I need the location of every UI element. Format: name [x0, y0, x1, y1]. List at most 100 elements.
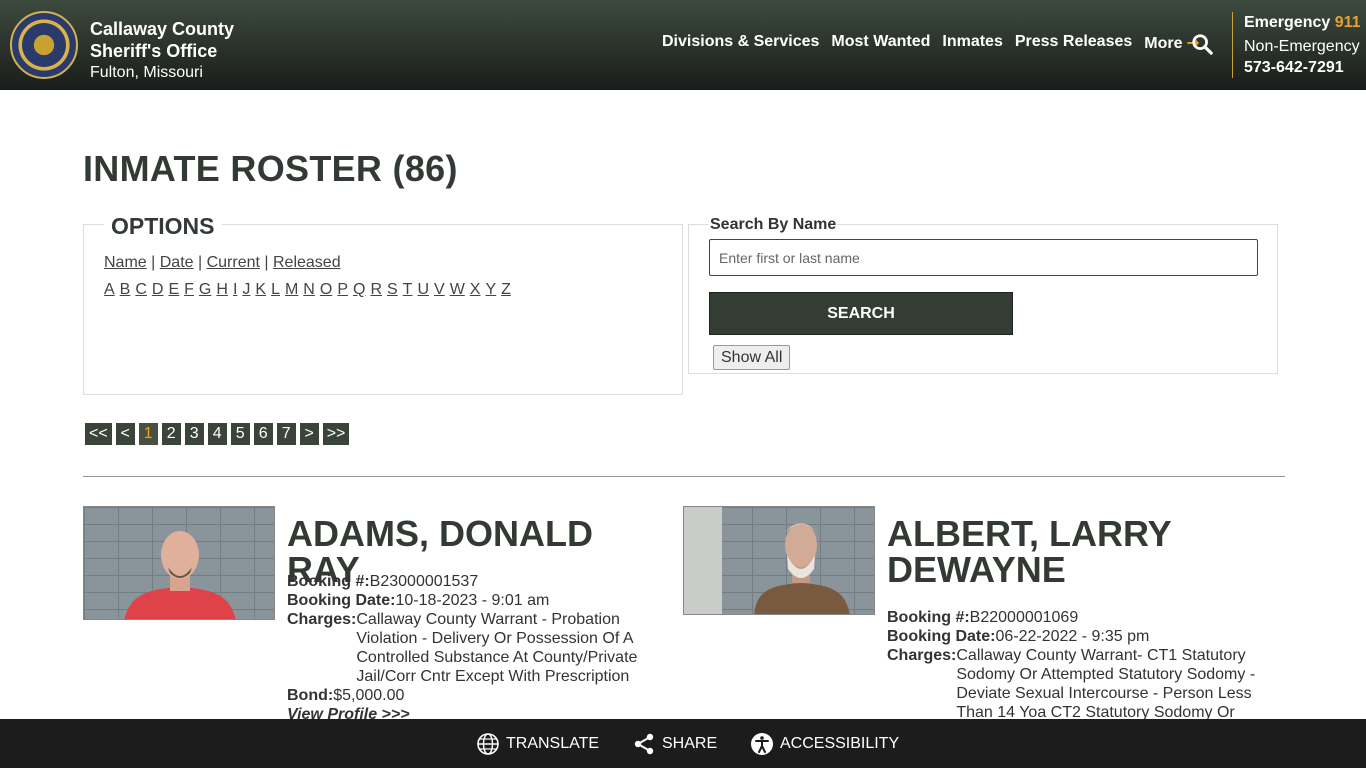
letter-filter-d[interactable]: D [152, 281, 164, 298]
booking-date: 10-18-2023 - 9:01 am [395, 592, 550, 609]
letter-filter-c[interactable]: C [135, 281, 147, 298]
emergency-number: 911 [1334, 14, 1361, 31]
search-label: Search By Name [709, 216, 838, 234]
letter-filter-x[interactable]: X [470, 281, 481, 298]
sheriff-seal-logo[interactable] [10, 11, 78, 79]
page-4-button[interactable]: 4 [207, 423, 227, 445]
letter-filter-k[interactable]: K [255, 281, 266, 298]
divider [83, 476, 1285, 477]
nav-most-wanted[interactable]: Most Wanted [831, 33, 930, 53]
letter-filter-l[interactable]: L [271, 281, 280, 298]
main-nav: Divisions & Services Most Wanted Inmates… [662, 33, 1200, 53]
letter-filter-i[interactable]: I [233, 281, 237, 298]
share-icon [634, 733, 654, 755]
page-7-button[interactable]: 7 [276, 423, 296, 445]
options-panel: OPTIONS Name | Date | Current | Released… [83, 213, 683, 395]
letter-filter-u[interactable]: U [417, 281, 429, 298]
nav-inmates[interactable]: Inmates [942, 33, 1002, 53]
bond-label: Bond: [287, 687, 334, 704]
inmate-photo[interactable] [83, 506, 275, 620]
booking-number: B22000001069 [969, 609, 1079, 626]
filter-current-link[interactable]: Current [207, 254, 260, 271]
letter-filter-b[interactable]: B [120, 281, 131, 298]
nav-more-label: More [1144, 35, 1183, 52]
last-page-button[interactable]: >> [322, 423, 350, 445]
letter-filter-a[interactable]: A [104, 281, 115, 298]
first-page-button[interactable]: << [85, 423, 112, 445]
page-title: INMATE ROSTER (86) [83, 148, 458, 189]
prev-page-button[interactable]: < [115, 423, 135, 445]
filter-released-link[interactable]: Released [273, 254, 341, 271]
letter-filter-s[interactable]: S [387, 281, 398, 298]
search-button[interactable]: SEARCH [709, 292, 1013, 335]
sort-by-date-link[interactable]: Date [160, 254, 194, 271]
page-2-button[interactable]: 2 [161, 423, 181, 445]
non-emergency-label: Non-Emergency [1244, 38, 1360, 55]
search-panel: Search By Name SEARCH Show All [688, 216, 1278, 374]
translate-label: TRANSLATE [506, 735, 600, 752]
globe-icon [477, 733, 499, 755]
letter-filter-q[interactable]: Q [353, 281, 365, 298]
inmate-name[interactable]: ALBERT, LARRY DEWAYNE [887, 516, 1267, 588]
booking-date-label: Booking Date: [287, 592, 396, 609]
booking-number-label: Booking #: [287, 573, 370, 590]
bond-amount: $5,000.00 [333, 687, 405, 704]
page-1-button[interactable]: 1 [138, 423, 158, 445]
agency-name-line1: Callaway County [90, 19, 235, 39]
booking-number-label: Booking #: [887, 609, 970, 626]
share-label: SHARE [662, 735, 718, 752]
booking-number: B23000001537 [369, 573, 479, 590]
agency-location: Fulton, Missouri [90, 64, 203, 81]
inmate-details: Booking #:B22000001069 Booking Date:06-2… [887, 608, 1257, 722]
letter-filter-o[interactable]: O [320, 281, 332, 298]
search-input[interactable] [709, 239, 1258, 276]
inmate-photo[interactable] [683, 506, 875, 615]
sort-links: Name | Date | Current | Released [104, 254, 341, 271]
emergency-label: Emergency [1244, 14, 1331, 31]
next-page-button[interactable]: > [299, 423, 319, 445]
letter-filter-n[interactable]: N [303, 281, 315, 298]
letter-filter-e[interactable]: E [168, 281, 179, 298]
share-button[interactable]: SHARE [632, 732, 717, 756]
charges-text: Callaway County Warrant- CT1 Statutory S… [956, 647, 1256, 721]
charges-text: Callaway County Warrant - Probation Viol… [356, 611, 638, 685]
utility-bar: TRANSLATE SHARE ACCESSIBILITY [0, 719, 1366, 768]
letter-filter-w[interactable]: W [450, 281, 465, 298]
accessibility-icon [751, 733, 773, 755]
letter-filter-p[interactable]: P [337, 281, 348, 298]
show-all-button[interactable]: Show All [713, 345, 791, 370]
charges-label: Charges: [287, 611, 357, 628]
non-emergency-number[interactable]: 573-642-7291 [1244, 60, 1361, 76]
letter-filter-t[interactable]: T [403, 281, 413, 298]
letter-filter-y[interactable]: Y [485, 281, 496, 298]
letter-filter-h[interactable]: H [216, 281, 228, 298]
letter-filter-f[interactable]: F [184, 281, 194, 298]
booking-date-label: Booking Date: [887, 628, 996, 645]
phone-numbers: Emergency 911 Non-Emergency 573-642-7291 [1232, 12, 1361, 78]
agency-brand[interactable]: Callaway County Sheriff's Office Fulton,… [90, 18, 234, 83]
booking-date: 06-22-2022 - 9:35 pm [995, 628, 1150, 645]
page-5-button[interactable]: 5 [230, 423, 250, 445]
search-icon[interactable] [1191, 33, 1213, 55]
letter-filter-r[interactable]: R [370, 281, 382, 298]
site-header: Callaway County Sheriff's Office Fulton,… [0, 0, 1366, 90]
pagination: << <1 2 3 4 5 6 7 > >> [85, 423, 350, 445]
translate-button[interactable]: TRANSLATE [476, 732, 599, 756]
page-6-button[interactable]: 6 [253, 423, 273, 445]
nav-divisions-services[interactable]: Divisions & Services [662, 33, 819, 53]
letter-filter-j[interactable]: J [242, 281, 250, 298]
page-3-button[interactable]: 3 [184, 423, 204, 445]
letter-filter-v[interactable]: V [434, 281, 445, 298]
nav-press-releases[interactable]: Press Releases [1015, 33, 1132, 53]
sort-by-name-link[interactable]: Name [104, 254, 147, 271]
accessibility-label: ACCESSIBILITY [780, 735, 900, 752]
alphabet-filter: ABCDEFGHIJKLMNOPQRSTUVWXYZ [104, 281, 516, 299]
emergency-line[interactable]: Emergency 911 [1244, 12, 1361, 34]
charges-label: Charges: [887, 647, 957, 664]
accessibility-button[interactable]: ACCESSIBILITY [750, 732, 899, 756]
options-legend: OPTIONS [104, 213, 222, 240]
agency-name-line2: Sheriff's Office [90, 41, 218, 61]
letter-filter-g[interactable]: G [199, 281, 211, 298]
letter-filter-m[interactable]: M [285, 281, 298, 298]
letter-filter-z[interactable]: Z [501, 281, 511, 298]
